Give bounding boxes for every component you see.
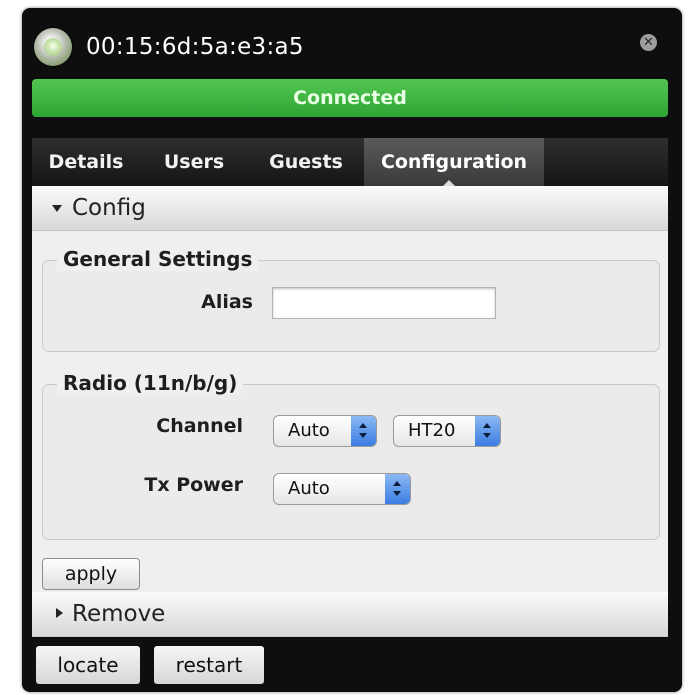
channel-select[interactable]: Auto [273, 415, 377, 447]
config-section-title: Config [72, 195, 146, 221]
general-settings-legend: General Settings [57, 247, 259, 271]
ht-mode-select-value: HT20 [408, 420, 456, 441]
status-light-core [44, 38, 62, 56]
connection-status-bar: Connected [32, 79, 668, 117]
apply-button[interactable]: apply [42, 558, 140, 590]
tab-details[interactable]: Details [32, 138, 140, 186]
status-light-icon [34, 28, 72, 66]
alias-label: Alias [201, 291, 253, 313]
select-arrows-icon [475, 416, 500, 446]
ht-mode-select[interactable]: HT20 [393, 415, 501, 447]
tab-users[interactable]: Users [140, 138, 248, 186]
collapse-triangle-icon [56, 608, 63, 618]
alias-input[interactable] [272, 287, 496, 319]
tx-power-select[interactable]: Auto [273, 473, 411, 505]
expand-triangle-icon [52, 205, 62, 212]
device-window: 00:15:6d:5a:e3:a5 ✕ Connected Details Us… [22, 8, 682, 692]
locate-button[interactable]: locate [36, 646, 140, 684]
tx-power-select-value: Auto [288, 478, 330, 499]
tab-guests[interactable]: Guests [248, 138, 364, 186]
remove-section-title: Remove [72, 601, 166, 627]
select-arrows-icon [385, 474, 410, 504]
tx-power-label: Tx Power [144, 474, 243, 496]
close-icon[interactable]: ✕ [640, 34, 657, 51]
remove-section-header[interactable]: Remove [32, 592, 668, 637]
select-arrows-icon [351, 416, 376, 446]
radio-settings-group: Radio (11n/b/g) Channel Auto HT20 Tx Pow… [42, 371, 660, 540]
restart-button[interactable]: restart [154, 646, 264, 684]
tab-bar: Details Users Guests Configuration [32, 138, 668, 187]
channel-select-value: Auto [288, 420, 330, 441]
configuration-panel: Config General Settings Alias Radio (11n… [32, 186, 668, 637]
channel-label: Channel [156, 415, 243, 437]
config-section-header[interactable]: Config [32, 186, 668, 231]
tab-configuration[interactable]: Configuration [364, 138, 544, 186]
device-mac-title: 00:15:6d:5a:e3:a5 [86, 34, 304, 60]
title-bar: 00:15:6d:5a:e3:a5 ✕ [22, 8, 682, 80]
radio-settings-legend: Radio (11n/b/g) [57, 371, 244, 395]
connection-status-text: Connected [293, 87, 407, 109]
general-settings-group: General Settings Alias [42, 247, 660, 352]
